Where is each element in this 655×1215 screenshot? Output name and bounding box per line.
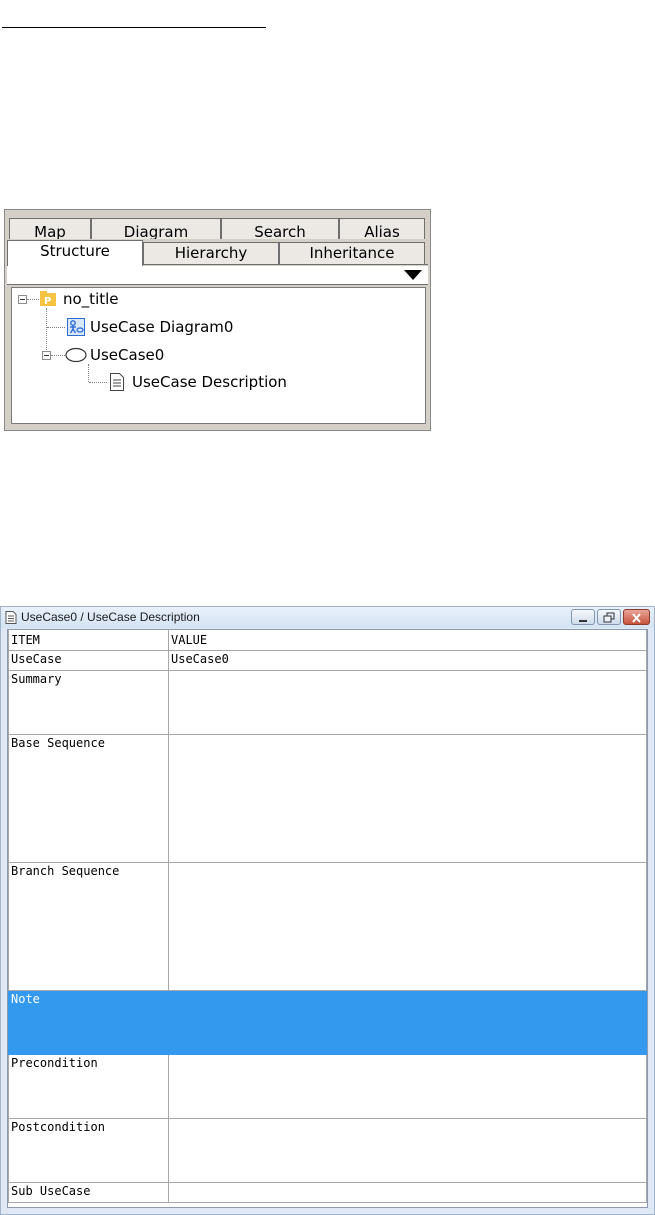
table-row-selected[interactable]: Note [8, 990, 647, 1055]
table-row[interactable]: Base Sequence [8, 734, 647, 863]
package-folder-icon: P [40, 291, 56, 307]
view-dropdown-bar[interactable] [7, 266, 428, 285]
description-grid: ITEM VALUE UseCase UseCase0 Summary Base… [7, 629, 648, 1208]
minimize-icon [579, 620, 587, 622]
restore-icon [603, 612, 615, 623]
table-row[interactable]: Branch Sequence [8, 862, 647, 991]
tab-search[interactable]: Search [221, 218, 339, 239]
row-value-usecase[interactable]: UseCase0 [168, 650, 647, 671]
tab-alias[interactable]: Alias [339, 218, 425, 239]
close-button[interactable] [623, 609, 650, 625]
tab-diagram[interactable]: Diagram [91, 218, 221, 239]
tree-node-usecase-diagram[interactable]: UseCase Diagram0 [90, 318, 233, 336]
tree-node-root[interactable]: no_title [63, 290, 119, 308]
tab-map[interactable]: Map [9, 218, 91, 239]
top-rule-line [2, 27, 266, 28]
structure-tree: P no_title UseCase Diagram0 UseCase0 Use… [11, 287, 426, 424]
usecase-description-window: UseCase0 / UseCase Description ITEM VALU… [0, 606, 655, 1215]
close-icon [632, 613, 641, 623]
tree-connector [89, 382, 107, 383]
row-item-sub-usecase: Sub UseCase [8, 1182, 169, 1203]
table-row[interactable]: Postcondition [8, 1118, 647, 1183]
row-value-precondition[interactable] [168, 1054, 647, 1119]
description-table: ITEM VALUE UseCase UseCase0 Summary Base… [8, 630, 647, 1203]
collapse-toggle-root[interactable] [18, 295, 27, 304]
window-titlebar[interactable]: UseCase0 / UseCase Description [1, 607, 654, 628]
window-title: UseCase0 / UseCase Description [21, 610, 200, 624]
row-value-postcondition[interactable] [168, 1118, 647, 1183]
row-value-sub-usecase[interactable] [168, 1182, 647, 1203]
row-value-summary[interactable] [168, 670, 647, 735]
tree-connector [88, 364, 89, 382]
dropdown-arrow-icon[interactable] [404, 270, 422, 280]
tree-connector [46, 308, 47, 356]
tree-connector [27, 299, 39, 300]
usecase-diagram-icon [67, 318, 85, 336]
row-value-branch-sequence[interactable] [168, 862, 647, 991]
tree-connector [47, 327, 65, 328]
row-value-base-sequence[interactable] [168, 734, 647, 863]
table-row[interactable]: Summary [8, 670, 647, 735]
tab-hierarchy[interactable]: Hierarchy [143, 242, 279, 264]
restore-button[interactable] [597, 609, 621, 625]
column-header-value[interactable]: VALUE [168, 630, 647, 651]
table-row[interactable]: Precondition [8, 1054, 647, 1119]
tree-node-usecase-description[interactable]: UseCase Description [132, 373, 287, 391]
row-item-base-sequence: Base Sequence [8, 734, 169, 863]
row-value-note[interactable] [168, 990, 647, 1055]
table-row[interactable]: Sub UseCase [8, 1182, 647, 1203]
svg-text:P: P [44, 296, 51, 307]
row-item-branch-sequence: Branch Sequence [8, 862, 169, 991]
tab-inheritance[interactable]: Inheritance [279, 242, 425, 264]
structure-tree-panel: Map Diagram Search Alias Structure Hiera… [4, 209, 431, 431]
row-item-postcondition: Postcondition [8, 1118, 169, 1183]
document-icon [110, 373, 124, 391]
row-item-summary: Summary [8, 670, 169, 735]
column-header-item[interactable]: ITEM [8, 630, 169, 651]
tree-connector [51, 355, 65, 356]
table-header-row: ITEM VALUE [8, 630, 647, 651]
document-icon [5, 611, 17, 624]
tree-node-usecase[interactable]: UseCase0 [90, 346, 164, 364]
table-row[interactable]: UseCase UseCase0 [8, 650, 647, 671]
minimize-button[interactable] [571, 609, 595, 625]
tab-structure[interactable]: Structure [7, 240, 143, 266]
row-item-usecase: UseCase [8, 650, 169, 671]
row-item-precondition: Precondition [8, 1054, 169, 1119]
usecase-ellipse-icon [65, 347, 87, 363]
collapse-toggle-usecase[interactable] [42, 351, 51, 360]
row-item-note: Note [8, 990, 169, 1055]
